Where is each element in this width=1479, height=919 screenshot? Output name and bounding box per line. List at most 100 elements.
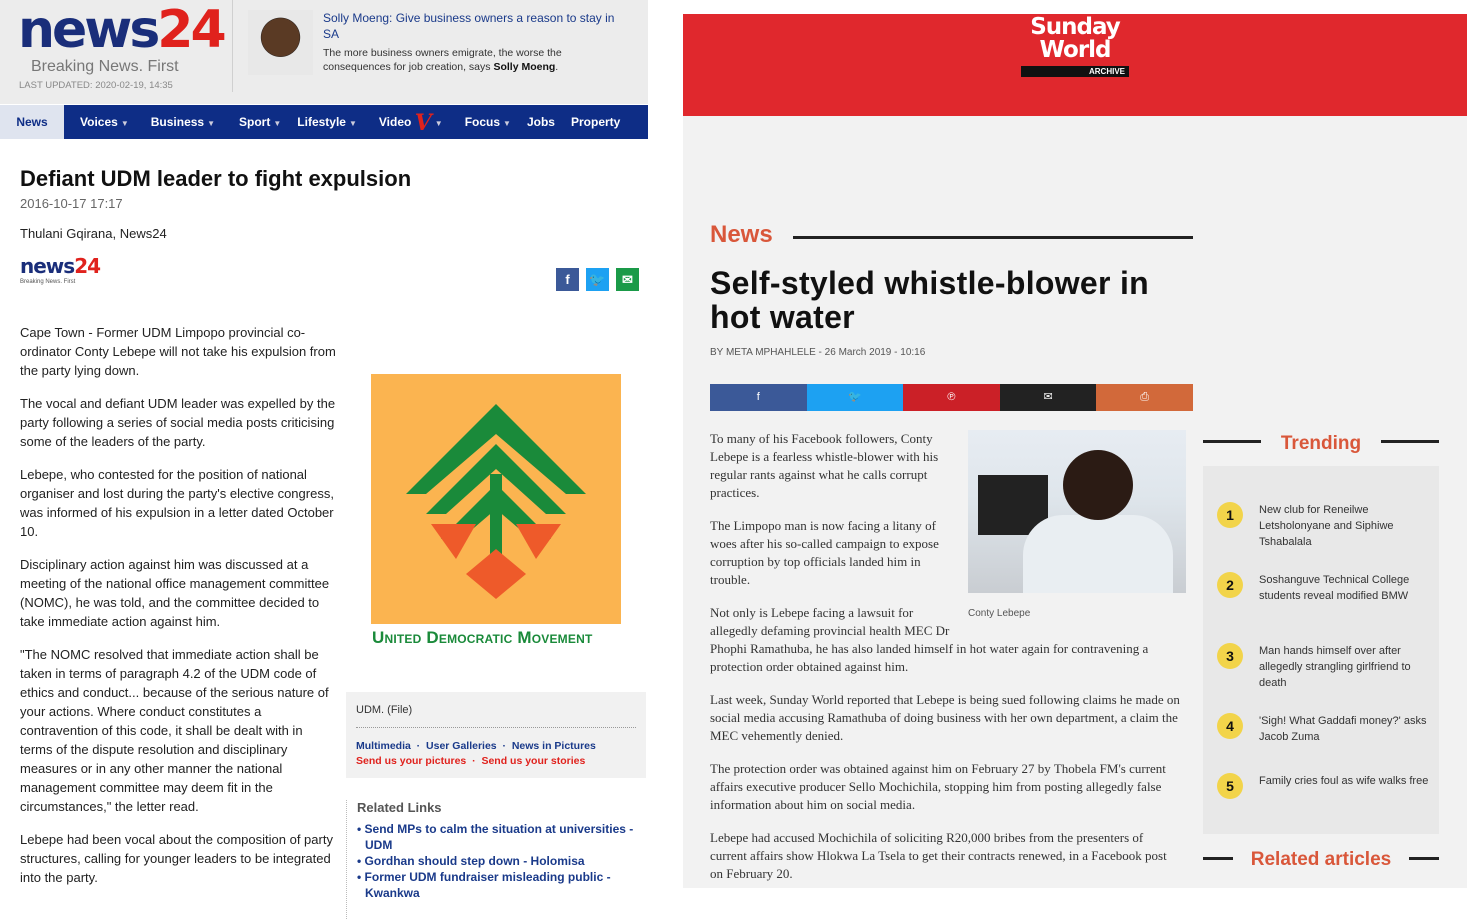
chevron-down-icon: ▼ — [207, 119, 216, 128]
related-rule-right — [1409, 857, 1439, 860]
nav-business[interactable]: Business ▼ — [137, 105, 223, 139]
small-logo-24: 24 — [74, 254, 101, 278]
nav-lifestyle[interactable]: Lifestyle ▼ — [289, 105, 365, 139]
chevron-down-icon: ▼ — [273, 119, 282, 128]
related-link-text: Gordhan should step down - Holomisa — [364, 854, 585, 868]
paragraph: The vocal and defiant UDM leader was exp… — [20, 396, 336, 449]
article-title: Defiant UDM leader to fight expulsion — [20, 166, 412, 191]
nav-video[interactable]: Video V ▼ — [365, 105, 451, 139]
chevron-down-icon: ▼ — [503, 119, 511, 128]
chevron-down-icon: ▼ — [434, 119, 443, 128]
logo-line1: Sunday — [1030, 14, 1121, 40]
related-links: Related Links • Send MPs to calm the sit… — [346, 800, 646, 919]
print-share-button[interactable]: ⎙ — [1096, 384, 1193, 411]
rank-badge: 4 — [1217, 713, 1243, 739]
main-nav: News Voices ▼ Business ▼ Sport ▼ Lifestyle ▼… — [0, 105, 648, 139]
trending-item-text: 'Sigh! What Gaddafi money?' asks Jacob Z… — [1259, 715, 1427, 743]
photo-head — [1063, 450, 1133, 520]
paragraph: Lebepe, who contested for the position o… — [20, 467, 334, 539]
rank-badge: 2 — [1217, 572, 1243, 598]
link-send-stories[interactable]: Send us your stories — [481, 755, 585, 767]
related-articles-title: Related articles — [1250, 849, 1392, 870]
small-logo-tagline: Breaking News. First — [20, 279, 76, 285]
nav-lifestyle-label: Lifestyle — [297, 115, 346, 129]
twitter-share-button[interactable]: 🐦 — [806, 384, 904, 411]
pinterest-icon: ℗ — [947, 391, 956, 403]
related-link[interactable]: • Gordhan should step down - Holomisa — [357, 853, 646, 869]
article-author: Thulani Gqirana, News24 — [20, 226, 167, 241]
facebook-share-button[interactable]: f — [710, 384, 807, 411]
pinterest-share-button[interactable]: ℗ — [903, 384, 1000, 411]
promo-description: The more business owners emigrate, the w… — [323, 47, 562, 73]
screenshot-root: news24 Breaking News. First LAST UPDATED… — [0, 0, 1479, 919]
share-bar: f 🐦 ℗ ✉ ⎙ — [710, 384, 1193, 411]
video-v-icon: V — [414, 109, 432, 136]
related-links-list: • Send MPs to calm the situation at univ… — [357, 821, 646, 901]
image-caption: UDM. (File) — [356, 704, 413, 716]
twitter-icon: 🐦 — [848, 391, 862, 403]
udm-logo-caption: United Democratic Movement — [372, 628, 593, 647]
nav-property[interactable]: Property — [563, 105, 628, 139]
columnist-avatar[interactable] — [248, 10, 313, 75]
related-links-title: Related Links — [357, 800, 442, 815]
paragraph: Disciplinary action against him was disc… — [20, 557, 330, 629]
link-send-pictures[interactable]: Send us your pictures — [356, 755, 466, 767]
nav-focus[interactable]: Focus ▼ — [451, 105, 519, 139]
promo-title-link[interactable]: Solly Moeng: Give business owners a reas… — [323, 10, 633, 42]
section-label[interactable]: News — [710, 221, 773, 249]
sundayworld-header: Sunday World ARCHIVE — [683, 14, 1467, 116]
article-date: 2016-10-17 17:17 — [20, 196, 123, 211]
nav-video-label: Video — [378, 115, 412, 129]
news24-page: news24 Breaking News. First LAST UPDATED… — [0, 0, 648, 919]
logo-24-text: 24 — [157, 0, 226, 60]
paragraph: Last week, Sunday World reported that Le… — [710, 692, 1180, 743]
related-link[interactable]: • Send MPs to calm the situation at univ… — [357, 821, 646, 853]
trending-item[interactable]: 4 'Sigh! What Gaddafi money?' asks Jacob … — [1217, 713, 1432, 773]
trending-item[interactable]: 1 New club for Reneilwe Letsholonyane and… — [1217, 502, 1432, 562]
send-links: Send us your pictures · Send us your sto… — [356, 755, 586, 767]
logo-archive-badge: ARCHIVE — [1021, 66, 1129, 77]
section-rule — [793, 236, 1193, 239]
photo-shirt — [1023, 515, 1173, 593]
paragraph: Lebepe had been vocal about the composit… — [20, 832, 333, 885]
nav-jobs[interactable]: Jobs — [519, 105, 563, 139]
trending-item-text: New club for Reneilwe Letsholonyane and … — [1259, 504, 1394, 548]
nav-focus-label: Focus — [464, 115, 501, 129]
twitter-share-icon[interactable]: 🐦 — [586, 268, 609, 291]
facebook-share-icon[interactable]: f — [556, 268, 579, 291]
logo-news-text: news — [18, 0, 160, 60]
promo-desc-author: Solly Moeng — [493, 61, 556, 73]
last-updated: LAST UPDATED: 2020-02-19, 14:35 — [19, 80, 173, 91]
email-share-button[interactable]: ✉ — [999, 384, 1097, 411]
link-user-galleries[interactable]: User Galleries — [426, 740, 497, 752]
trending-item-text: Soshanguve Technical College students re… — [1259, 574, 1410, 602]
nav-voices[interactable]: Voices ▼ — [64, 105, 137, 139]
small-logo-news: news — [20, 254, 75, 278]
paragraph: Cape Town - Former UDM Limpopo provincia… — [20, 325, 336, 378]
related-link[interactable]: • Former UDM fundraiser misleading publi… — [357, 869, 646, 901]
rank-badge: 5 — [1217, 773, 1243, 799]
nav-business-label: Business — [150, 115, 205, 129]
trending-rule-right — [1381, 440, 1439, 443]
link-news-in-pictures[interactable]: News in Pictures — [512, 740, 596, 752]
image-caption-box: UDM. (File) Multimedia · User Galleries … — [346, 692, 646, 778]
sundayworld-logo[interactable]: Sunday World — [1021, 16, 1129, 62]
rank-badge: 1 — [1217, 502, 1243, 528]
trending-item[interactable]: 5 Family cries foul as wife walks free — [1217, 773, 1432, 833]
udm-logo-image[interactable] — [371, 374, 621, 624]
email-icon: ✉ — [1043, 391, 1053, 403]
news24-tagline: Breaking News. First — [31, 58, 179, 75]
chevron-down-icon: ▼ — [120, 119, 129, 128]
article-photo-block: Conty Lebepe — [968, 430, 1190, 623]
paragraph: "The NOMC resolved that immediate action… — [20, 647, 329, 814]
nav-news[interactable]: News — [0, 105, 64, 139]
link-multimedia[interactable]: Multimedia — [356, 740, 411, 752]
rank-badge: 3 — [1217, 643, 1243, 669]
trending-item[interactable]: 2 Soshanguve Technical College students r… — [1217, 572, 1432, 632]
nav-sport[interactable]: Sport ▼ — [223, 105, 289, 139]
email-share-icon[interactable]: ✉ — [616, 268, 639, 291]
facebook-icon: f — [756, 391, 760, 403]
article-photo[interactable] — [968, 430, 1186, 593]
trending-item[interactable]: 3 Man hands himself over after allegedly … — [1217, 643, 1432, 703]
news24-logo[interactable]: news24 — [18, 0, 227, 60]
